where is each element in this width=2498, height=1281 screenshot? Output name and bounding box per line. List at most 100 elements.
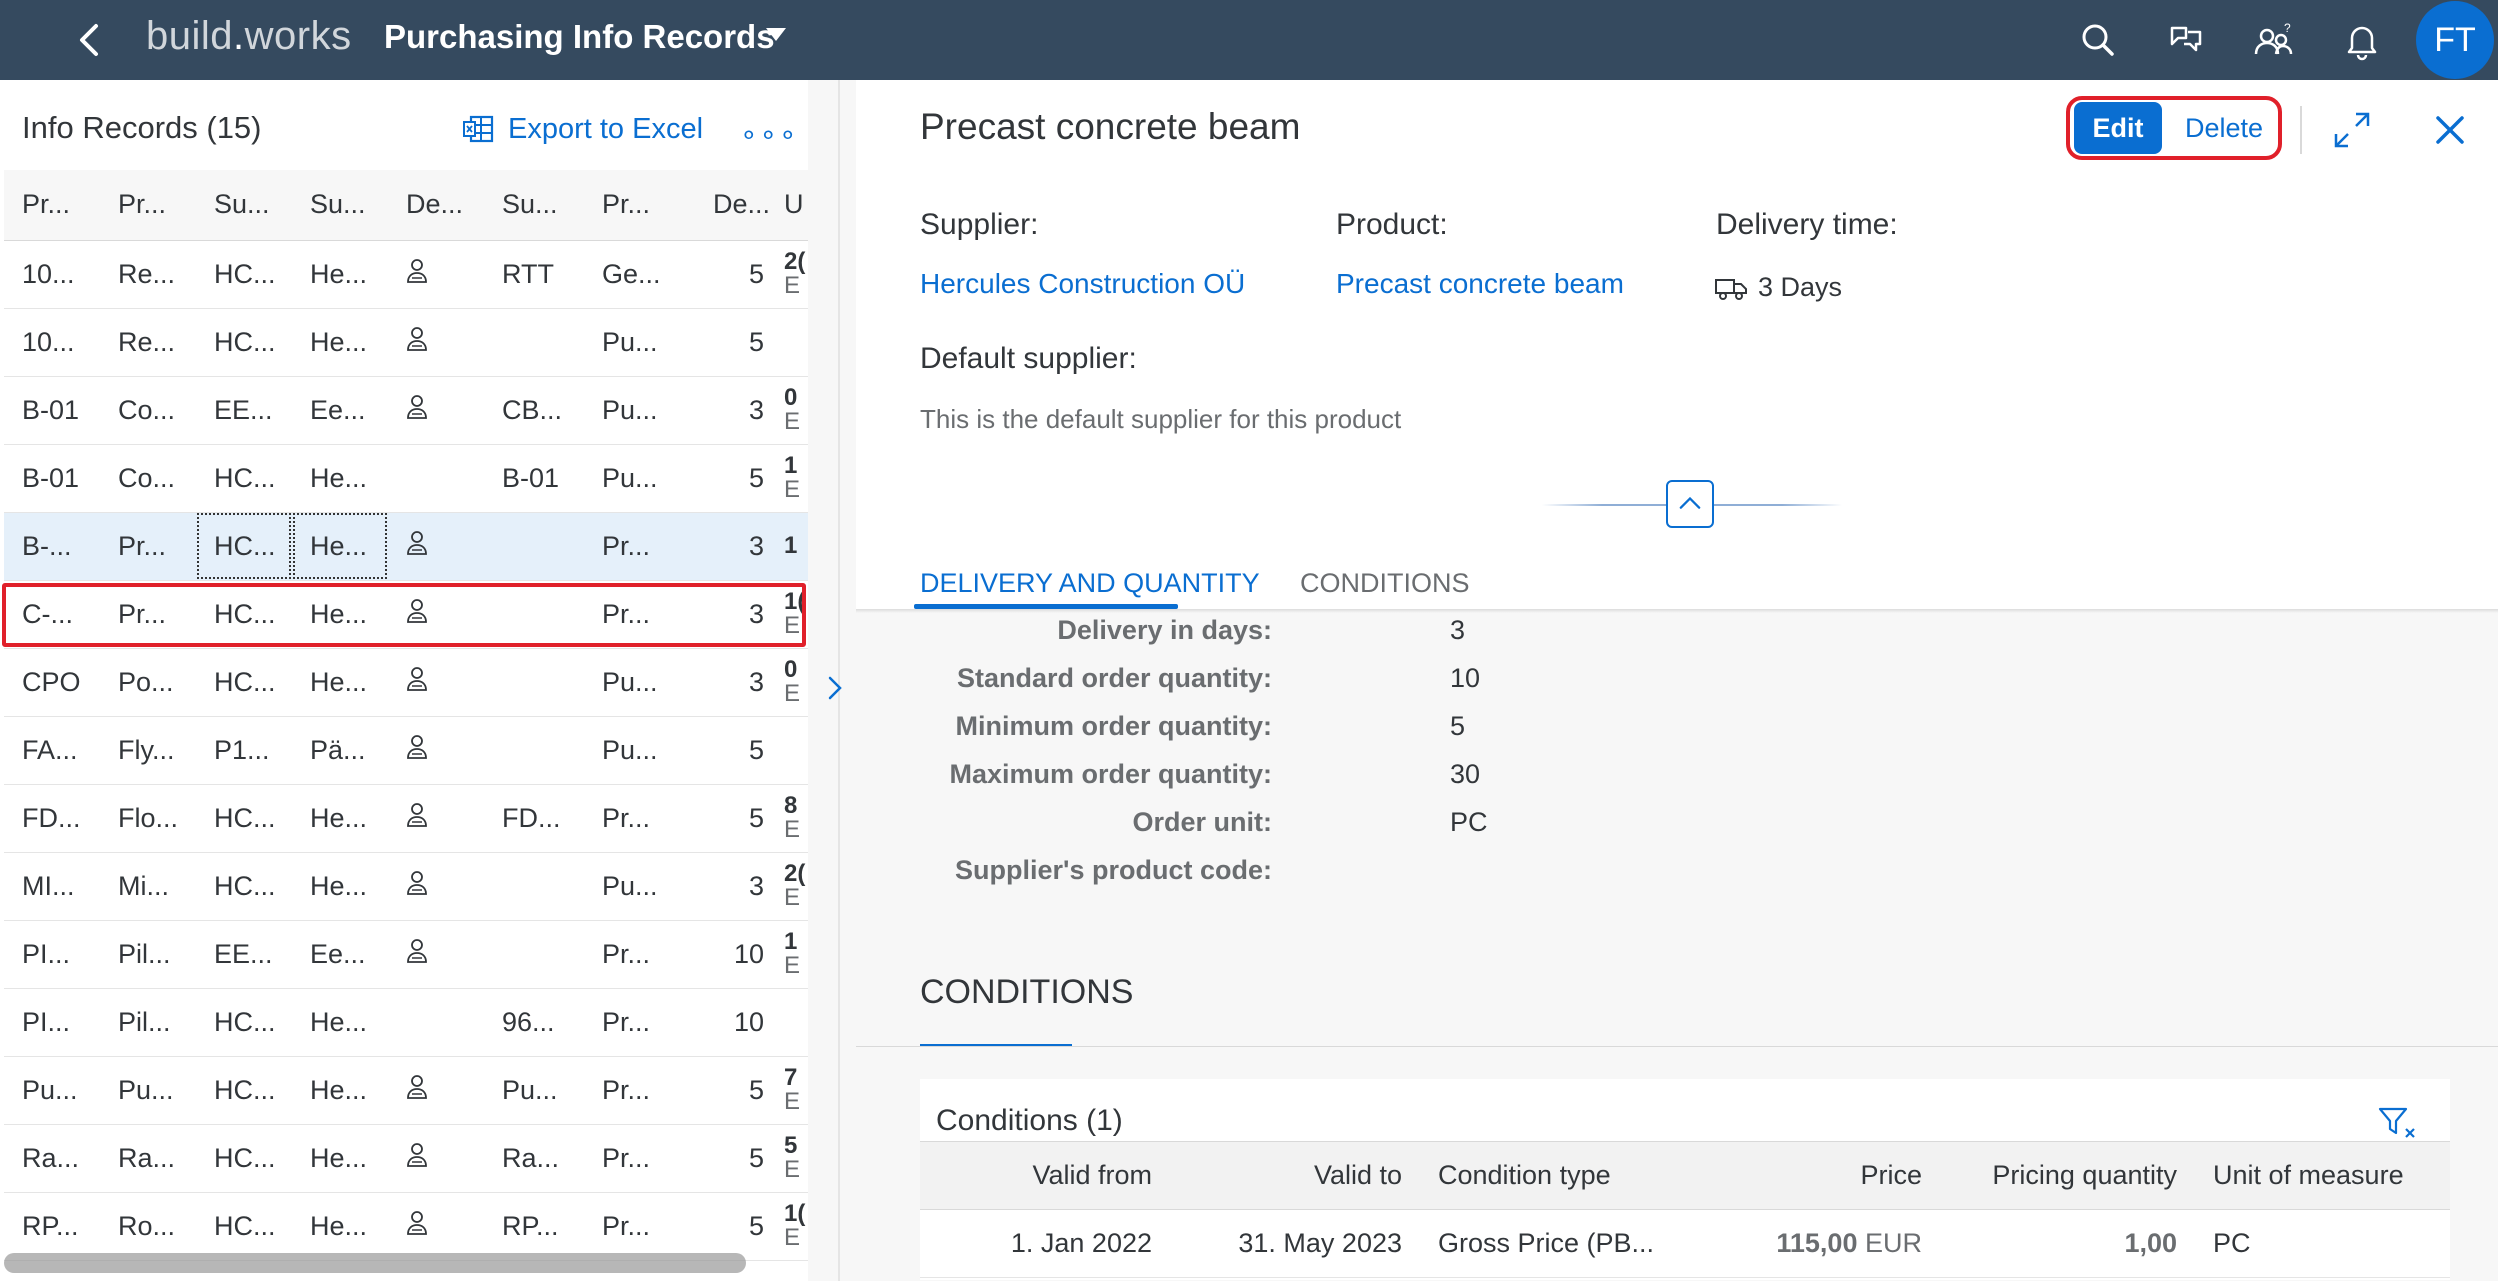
table-row[interactable]: PI... Pil... HC... He... 96... Pr... 10: [4, 988, 808, 1057]
unit-line: 1: [784, 928, 798, 955]
table-row[interactable]: FD... Flo... HC... He... FD... Pr... 5 8 E: [4, 784, 808, 853]
table-cell: RTT: [484, 240, 584, 309]
table-cell: Re...: [100, 240, 196, 309]
unit-line: E: [784, 1088, 801, 1115]
table-row[interactable]: B-... Pr... HC... He... Pr... 3 1: [4, 512, 808, 581]
list-count-title: Info Records (15): [22, 110, 262, 145]
app-logo[interactable]: build.works: [146, 14, 352, 59]
tab-delivery-and-quantity[interactable]: DELIVERY AND QUANTITY: [920, 568, 1260, 599]
edit-button[interactable]: Edit: [2074, 102, 2162, 154]
default-supplier-text: This is the default supplier for this pr…: [920, 404, 1402, 434]
field-label: Delivery in days:: [1057, 615, 1272, 645]
table-cell: B-01: [484, 444, 584, 513]
column-header[interactable]: Pr...: [584, 170, 680, 241]
table-row[interactable]: CPO Po... HC... He... Pu... 3 0 E: [4, 648, 808, 717]
table-row[interactable]: B-01 Co... HC... He... B-01 Pu... 5 1 E: [4, 444, 808, 513]
tab-conditions[interactable]: CONDITIONS: [1300, 568, 1470, 599]
table-cell: He...: [292, 308, 388, 377]
table-row[interactable]: 10... Re... HC... He... Pu... 5: [4, 308, 808, 377]
unit-line: E: [784, 816, 801, 843]
default-supplier-cell: [388, 648, 484, 717]
copilot-icon[interactable]: [2162, 16, 2210, 64]
app-title[interactable]: Purchasing Info Records: [384, 18, 775, 56]
field-value: 5: [1450, 711, 1466, 741]
clear-filter-icon[interactable]: [2378, 1105, 2418, 1141]
table-cell: Pu...: [584, 716, 680, 785]
table-row[interactable]: MI... Mi... HC... He... Pu... 3 2(E: [4, 852, 808, 921]
column-header[interactable]: Pr...: [4, 170, 100, 241]
default-supplier-cell: [388, 1124, 484, 1193]
default-supplier-label: Default supplier:: [920, 342, 1137, 375]
table-row[interactable]: 10... Re... HC... He... RTT Ge... 5 2(E: [4, 240, 808, 309]
close-icon[interactable]: [2432, 112, 2468, 148]
unit-line: 8: [784, 792, 798, 819]
field-label: Maximum order quantity:: [949, 759, 1272, 789]
person-icon: [402, 598, 432, 632]
column-header[interactable]: Su...: [196, 170, 292, 241]
table-cell: MI...: [4, 852, 100, 921]
col-valid-from[interactable]: Valid from: [920, 1141, 1170, 1210]
cell-price: 115,00 EUR: [1720, 1209, 1940, 1278]
col-valid-to[interactable]: Valid to: [1170, 1141, 1420, 1210]
horizontal-scrollbar[interactable]: [4, 1253, 746, 1273]
avatar[interactable]: FT: [2416, 1, 2494, 79]
table-row[interactable]: Ra... Ra... HC... He... Ra... Pr... 5 5 E: [4, 1124, 808, 1193]
column-header[interactable]: Su...: [484, 170, 584, 241]
table-row[interactable]: C-... Pr... HC... He... Pr... 3 1(E: [4, 580, 808, 649]
col-pricing-quantity[interactable]: Pricing quantity: [1940, 1141, 2195, 1210]
bell-icon[interactable]: [2338, 16, 2386, 64]
export-to-excel-button[interactable]: Export to Excel: [462, 110, 703, 148]
column-header[interactable]: Su...: [292, 170, 388, 241]
column-header[interactable]: U: [776, 170, 808, 241]
column-header[interactable]: De...: [680, 170, 776, 241]
cell-filler: [2415, 1209, 2450, 1278]
table-cell: He...: [292, 1124, 388, 1193]
unit-line: E: [784, 680, 801, 707]
table-cell: CB...: [484, 376, 584, 445]
column-header[interactable]: Pr...: [100, 170, 196, 241]
col-condition-type[interactable]: Condition type: [1420, 1141, 1720, 1210]
collapse-header-button[interactable]: [1666, 480, 1714, 528]
table-row[interactable]: RP... Ro... HC... He... RP... Pr... 5 1(E: [4, 1192, 808, 1261]
table-row[interactable]: 1. Jan 2022 31. May 2023 Gross Price (PB…: [920, 1209, 2450, 1278]
delivery-days-cell: 3: [680, 376, 776, 445]
unit-cell: 0E: [776, 648, 808, 717]
supplier-label: Supplier:: [920, 208, 1039, 241]
chevron-down-icon[interactable]: [766, 28, 786, 41]
table-row[interactable]: FA... Fly... P1... Pä... Pu... 5: [4, 716, 808, 785]
table-row[interactable]: Pu... Pu... HC... He... Pu... Pr... 5 7 E: [4, 1056, 808, 1125]
person-icon: [402, 734, 432, 768]
unit-cell: [776, 988, 808, 1057]
product-link[interactable]: Precast concrete beam: [1336, 268, 1624, 300]
table-cell: He...: [292, 648, 388, 717]
chevron-right-icon[interactable]: [816, 670, 852, 706]
table-cell: He...: [292, 240, 388, 309]
delete-button[interactable]: Delete: [2174, 102, 2274, 154]
fullscreen-icon[interactable]: [2330, 108, 2374, 152]
default-supplier-cell: [388, 852, 484, 921]
table-row[interactable]: B-01 Co... EE... Ee... CB... Pu... 3 0 E: [4, 376, 808, 445]
unit-line: 2(: [784, 248, 806, 275]
table-cell: Pu...: [584, 308, 680, 377]
back-icon[interactable]: [70, 16, 110, 64]
table-cell: He...: [292, 1192, 388, 1261]
col-price[interactable]: Price: [1720, 1141, 1940, 1210]
table-row[interactable]: PI... Pil... EE... Ee... Pr... 10 1 E: [4, 920, 808, 989]
person-icon: [402, 394, 432, 428]
unit-cell: [776, 308, 808, 377]
default-supplier-cell: [388, 988, 484, 1057]
conditions-table-title: Conditions (1): [936, 1104, 1123, 1137]
supplier-link[interactable]: Hercules Construction OÜ: [920, 268, 1245, 300]
table-cell: FD...: [484, 784, 584, 853]
field-value: PC: [1450, 807, 1488, 837]
users-icon[interactable]: ?: [2250, 16, 2298, 64]
field-value: 3: [1450, 615, 1466, 645]
pane-splitter[interactable]: [808, 80, 856, 1281]
col-unit-of-measure[interactable]: Unit of measure: [2195, 1141, 2415, 1210]
table-cell: HC...: [196, 852, 292, 921]
more-options-button[interactable]: ∘∘∘: [740, 118, 799, 151]
search-icon[interactable]: [2074, 16, 2122, 64]
column-header[interactable]: De...: [388, 170, 484, 241]
unit-cell: 7E: [776, 1056, 808, 1125]
person-icon: [402, 1210, 432, 1244]
